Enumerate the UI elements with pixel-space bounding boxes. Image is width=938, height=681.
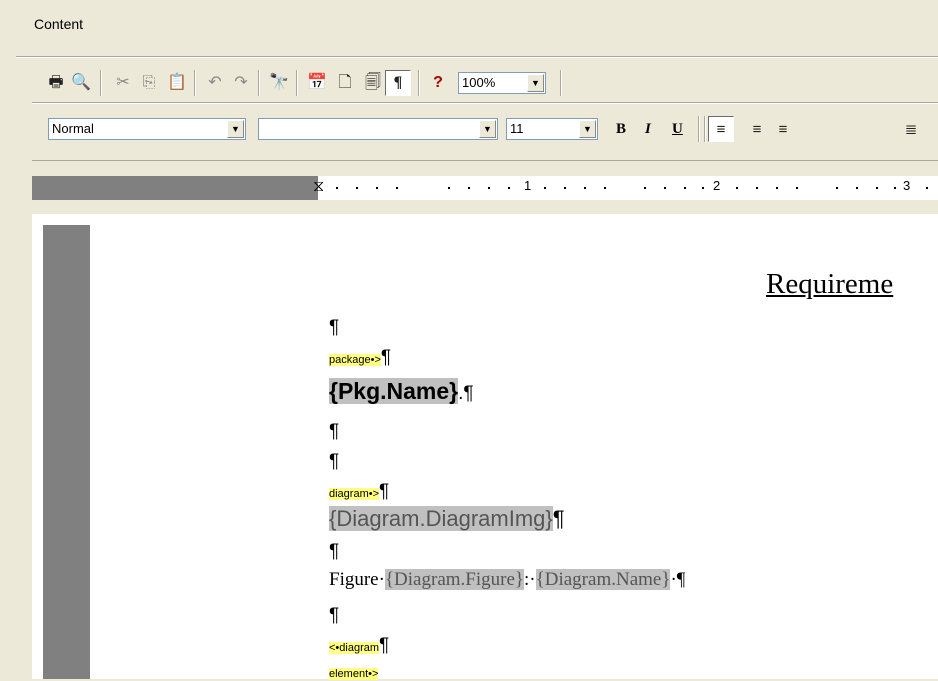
toolbar-separator	[296, 70, 298, 96]
paragraph-mark: ¶	[379, 481, 390, 502]
indent-marker-icon[interactable]: ⧖	[313, 176, 324, 198]
style-value: Normal	[52, 121, 94, 136]
toolbar-separator	[704, 116, 706, 142]
paragraph-mark: ¶	[380, 347, 392, 368]
diagram-img-line: {Diagram.DiagramImg}¶	[329, 506, 565, 531]
toolbar-separator	[560, 70, 562, 96]
page-number-icon[interactable]: 🗐	[360, 70, 386, 96]
pkg-name-suffix: .¶	[458, 383, 474, 404]
figure-label: Figure·	[329, 569, 385, 590]
redo-icon[interactable]: ↷	[228, 70, 254, 96]
justify-icon[interactable]: ≣	[898, 116, 924, 142]
tag-line: element•>	[329, 662, 379, 681]
field-diagram-name: {Diagram.Name}	[535, 569, 671, 590]
cut-icon[interactable]: ✂	[110, 70, 136, 96]
copy-icon[interactable]: ⎘	[136, 70, 162, 96]
bold-button[interactable]: B	[616, 121, 626, 138]
tag-diagram: diagram•>	[329, 488, 380, 500]
paragraph-mark-icon[interactable]: ¶	[385, 70, 411, 96]
toolbar-divider	[32, 160, 938, 161]
underline-button[interactable]: U	[672, 121, 683, 138]
paragraph-mark: ¶	[329, 541, 340, 562]
font-select[interactable]: ▼	[258, 118, 498, 140]
tag-line: package•>¶	[329, 348, 391, 367]
window-title: Content	[34, 16, 84, 32]
title-divider-highlight	[16, 57, 938, 58]
toolbar-separator	[698, 116, 700, 142]
tag-package: package•>	[329, 354, 381, 366]
paragraph-mark: ¶	[329, 317, 340, 338]
paste-icon[interactable]: 📋	[164, 70, 190, 96]
pkg-name-line: {Pkg.Name}.¶	[329, 378, 474, 404]
chevron-down-icon[interactable]: ▼	[227, 120, 244, 138]
style-select[interactable]: Normal ▼	[48, 118, 246, 140]
tag-line: diagram•>¶	[329, 482, 389, 501]
toolbar-separator	[100, 70, 102, 96]
chevron-down-icon[interactable]: ▼	[579, 120, 596, 138]
zoom-select[interactable]: 100% ▼	[458, 72, 546, 94]
page-icon[interactable]: 🗋	[332, 70, 358, 96]
tag-element-partial: element•>	[329, 668, 379, 680]
print-icon[interactable]: 🖶	[43, 70, 69, 96]
title-bar	[0, 0, 938, 46]
chevron-down-icon[interactable]: ▼	[479, 120, 496, 138]
ruler-mark: 3	[903, 178, 911, 193]
align-left-icon[interactable]: ≡	[708, 116, 734, 142]
size-value: 11	[510, 121, 524, 136]
ruler-mark: 1	[524, 178, 532, 193]
toolbar-divider-highlight	[32, 103, 938, 104]
size-select[interactable]: 11 ▼	[506, 118, 598, 140]
field-diagram-img: {Diagram.DiagramImg}	[329, 506, 553, 531]
paragraph-mark: ¶	[379, 635, 390, 656]
field-pkg-name: {Pkg.Name}	[329, 378, 459, 404]
zoom-value: 100%	[462, 75, 496, 90]
tag-line: <•diagram¶	[329, 636, 389, 655]
align-center-icon[interactable]: ≡	[744, 116, 770, 142]
toolbar-separator	[194, 70, 196, 96]
undo-icon[interactable]: ↶	[202, 70, 228, 96]
paragraph-mark: ¶	[552, 506, 565, 531]
tag-diagram-element: <•diagram	[329, 642, 380, 654]
italic-button[interactable]: I	[645, 121, 651, 138]
find-icon[interactable]: 🔭	[266, 70, 292, 96]
chevron-down-icon[interactable]: ▼	[527, 74, 544, 92]
align-right-icon[interactable]: ≡	[770, 116, 796, 142]
document-left-margin	[43, 225, 90, 679]
figure-separator: :·	[524, 569, 536, 590]
insert-date-icon[interactable]: 📅	[304, 70, 330, 96]
paragraph-mark: ¶	[329, 451, 340, 472]
print-preview-icon[interactable]: 🔍	[68, 70, 94, 96]
toolbar-separator	[418, 70, 420, 96]
paragraph-mark: ¶	[329, 605, 340, 626]
figure-line: Figure·{Diagram.Figure}:·{Diagram.Name}·…	[329, 569, 686, 590]
ruler-margin	[32, 176, 318, 200]
paragraph-mark: ¶	[329, 421, 340, 442]
toolbar-separator	[258, 70, 260, 96]
help-icon[interactable]: ?	[425, 70, 451, 96]
figure-end: ·¶	[670, 569, 686, 590]
document-heading: Requireme	[766, 268, 894, 300]
ruler-mark: 2	[713, 178, 721, 193]
field-diagram-figure: {Diagram.Figure}	[384, 569, 525, 590]
